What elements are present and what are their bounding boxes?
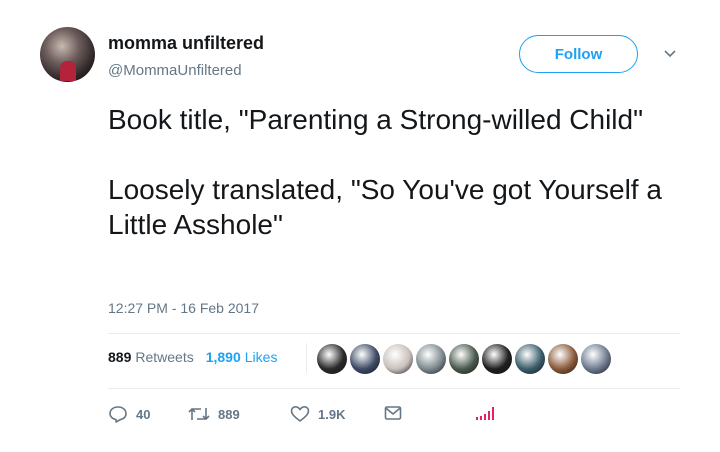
author-handle[interactable]: @MommaUnfiltered (108, 62, 242, 79)
tweet-timestamp[interactable]: 12:27 PM - 16 Feb 2017 (108, 300, 259, 316)
liker-avatar-9[interactable] (581, 344, 611, 374)
liker-avatar-7[interactable] (515, 344, 545, 374)
engagement-stats: 889 Retweets 1,890 Likes (108, 349, 289, 365)
reply-icon (109, 406, 127, 423)
stats-separator (306, 343, 307, 373)
like-button[interactable]: 1.9K (290, 405, 345, 423)
like-count: 1.9K (318, 406, 346, 422)
author-display-name[interactable]: momma unfiltered (108, 33, 264, 54)
likes-stat[interactable]: 1,890 Likes (206, 349, 290, 365)
liker-avatar-5[interactable] (449, 344, 479, 374)
envelope-icon (384, 406, 402, 420)
follow-button[interactable]: Follow (519, 35, 638, 73)
liker-avatar-6[interactable] (482, 344, 512, 374)
retweets-label: Retweets (135, 349, 194, 365)
author-avatar[interactable] (40, 27, 95, 82)
liker-avatar-2[interactable] (350, 344, 380, 374)
retweets-count: 889 (108, 349, 132, 365)
divider-bottom (108, 388, 680, 389)
retweet-count: 889 (218, 406, 240, 422)
retweet-button[interactable]: 889 (188, 405, 240, 423)
chevron-down-icon[interactable] (663, 47, 677, 61)
liker-avatar-1[interactable] (317, 344, 347, 374)
analytics-button[interactable] (474, 405, 504, 421)
liker-avatar-4[interactable] (416, 344, 446, 374)
likes-count: 1,890 (205, 349, 241, 365)
liker-avatar-3[interactable] (383, 344, 413, 374)
reply-button[interactable]: 40 (108, 405, 150, 423)
retweets-stat[interactable]: 889 Retweets (108, 349, 206, 365)
liker-avatar-8[interactable] (548, 344, 578, 374)
heart-icon (290, 406, 310, 422)
retweet-icon (188, 408, 210, 420)
tweet-text: Book title, "Parenting a Strong-willed C… (108, 104, 662, 240)
analytics-bars-icon (476, 407, 494, 420)
reply-count: 40 (136, 406, 151, 422)
likes-label: Likes (244, 349, 278, 365)
likers-avatars (317, 344, 614, 374)
divider-top (108, 333, 680, 334)
direct-message-button[interactable] (384, 405, 410, 421)
